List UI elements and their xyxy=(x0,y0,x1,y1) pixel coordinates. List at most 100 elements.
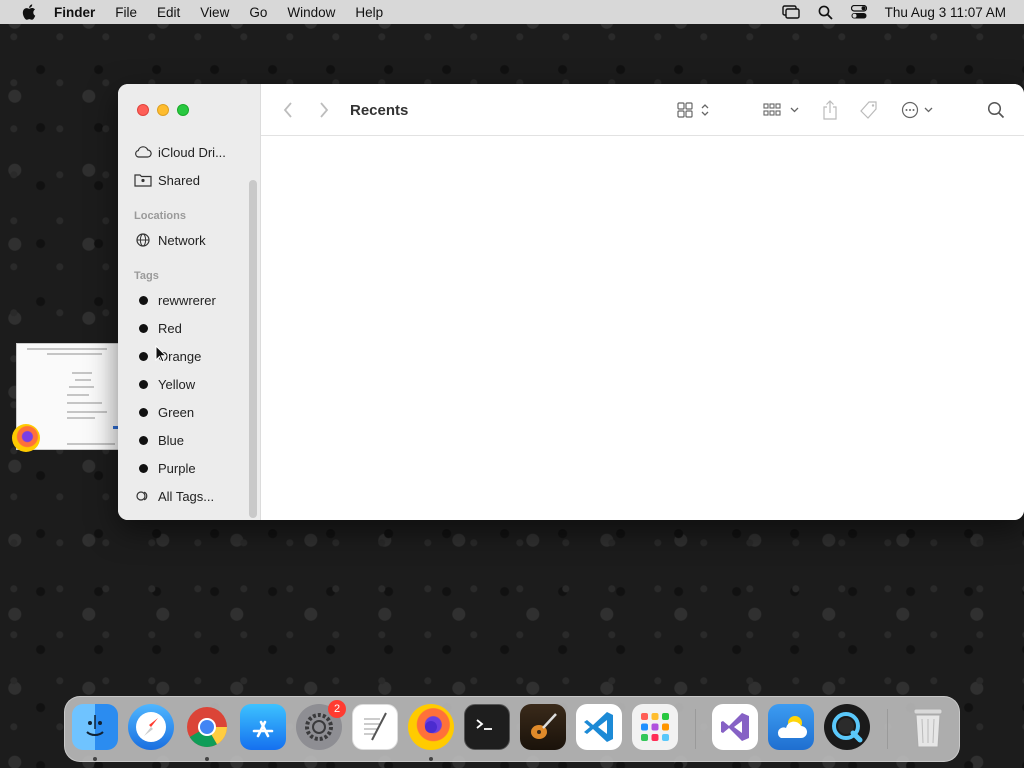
tag-button[interactable] xyxy=(859,100,879,120)
forward-button[interactable] xyxy=(319,100,329,120)
sidebar-item-label: All Tags... xyxy=(158,488,215,504)
sidebar-item-icloud-drive[interactable]: iCloud Dri... xyxy=(134,142,226,162)
sidebar-tag-green[interactable]: Green xyxy=(134,402,194,422)
firefox-icon[interactable] xyxy=(12,424,40,452)
shared-folder-icon xyxy=(134,172,152,188)
spotlight-search-icon[interactable] xyxy=(818,5,833,20)
dock-finder[interactable] xyxy=(72,704,118,750)
firefox-icon xyxy=(425,721,437,733)
group-button[interactable] xyxy=(763,100,801,120)
sidebar-item-label: Purple xyxy=(158,460,196,476)
dock-textedit[interactable] xyxy=(352,704,398,750)
dock-app-store[interactable] xyxy=(240,704,286,750)
dock-system-settings[interactable]: 2 xyxy=(296,700,346,750)
tag-dot-icon xyxy=(138,351,148,361)
share-icon xyxy=(823,100,837,120)
dock-vscode[interactable] xyxy=(576,704,622,750)
all-tags-icon xyxy=(134,488,152,504)
sidebar-item-label: Yellow xyxy=(158,376,196,392)
file-browser-content[interactable] xyxy=(261,136,1024,520)
finder-window: iCloud Dri... Shared Locations Network T… xyxy=(118,84,1024,520)
dock-separator xyxy=(695,709,696,749)
menu-help[interactable]: Help xyxy=(355,5,383,20)
mouse-cursor-icon xyxy=(155,345,167,363)
menu-finder[interactable]: Finder xyxy=(54,5,95,20)
search-button[interactable] xyxy=(987,100,1005,120)
menu-bar: Finder File Edit View Go Window Help Thu… xyxy=(0,0,1024,24)
trash-icon xyxy=(913,708,943,748)
sidebar-tag-purple[interactable]: Purple xyxy=(134,458,196,478)
tag-dot-icon xyxy=(138,379,148,389)
cloud-icon xyxy=(134,144,152,160)
launchpad-grid-icon xyxy=(641,713,669,741)
close-button[interactable] xyxy=(137,104,149,116)
sidebar-scrollbar[interactable] xyxy=(249,180,257,518)
dock-launchpad[interactable] xyxy=(632,704,678,750)
tag-dot-icon xyxy=(138,407,148,417)
chevron-left-icon xyxy=(283,102,292,118)
tag-dot-icon xyxy=(138,295,148,305)
menu-window[interactable]: Window xyxy=(287,5,335,20)
share-button[interactable] xyxy=(822,100,838,120)
sidebar-tag-blue[interactable]: Blue xyxy=(134,430,184,450)
apple-icon[interactable] xyxy=(18,4,40,20)
back-button[interactable] xyxy=(283,100,293,120)
sidebar-item-label: Shared xyxy=(158,172,200,188)
sidebar-item-label: Blue xyxy=(158,432,185,448)
chevron-right-icon xyxy=(320,102,329,118)
menu-bar-clock[interactable]: Thu Aug 3 11:07 AM xyxy=(885,5,1006,20)
window-controls xyxy=(137,104,189,116)
sidebar-item-shared[interactable]: Shared xyxy=(134,170,200,190)
toolbar: Recents xyxy=(261,84,1024,136)
sidebar-item-network[interactable]: Network xyxy=(134,230,206,250)
finder-icon xyxy=(86,715,104,736)
sidebar-item-label: Green xyxy=(158,404,195,420)
quicktime-icon xyxy=(832,712,863,743)
sidebar-item-label: iCloud Dri... xyxy=(158,144,226,160)
sidebar-tag-yellow[interactable]: Yellow xyxy=(134,374,195,394)
guitar-icon xyxy=(531,713,557,739)
visual-studio-icon xyxy=(721,713,749,741)
view-mode-button[interactable] xyxy=(677,100,713,120)
tag-icon xyxy=(860,101,877,119)
screen-mirroring-icon[interactable] xyxy=(781,5,800,19)
sidebar-item-label: rewwrerer xyxy=(158,292,216,308)
dock-trash[interactable] xyxy=(905,704,951,750)
dock-safari[interactable] xyxy=(128,704,174,750)
tag-dot-icon xyxy=(138,323,148,333)
dock-separator xyxy=(887,709,888,749)
sidebar-item-all-tags[interactable]: All Tags... xyxy=(134,486,214,506)
tag-dot-icon xyxy=(138,463,148,473)
menu-view[interactable]: View xyxy=(200,5,229,20)
running-indicator xyxy=(93,757,97,761)
sidebar-item-label: Red xyxy=(158,320,182,336)
sidebar-section-locations: Locations xyxy=(134,210,186,222)
chrome-icon xyxy=(187,707,227,747)
dock-weather[interactable] xyxy=(768,704,814,750)
dock-chrome[interactable] xyxy=(184,704,230,750)
dock-garageband[interactable] xyxy=(520,704,566,750)
sidebar-tag-orange[interactable]: Orange xyxy=(134,346,201,366)
safari-compass-icon xyxy=(136,712,166,742)
terminal-icon xyxy=(476,719,492,730)
textedit-icon xyxy=(364,712,387,741)
weather-cloud-icon xyxy=(777,716,807,738)
menu-file[interactable]: File xyxy=(115,5,137,20)
control-center-icon[interactable] xyxy=(850,5,867,19)
ellipsis-circle-icon xyxy=(901,101,933,119)
sidebar: iCloud Dri... Shared Locations Network T… xyxy=(118,84,261,520)
dock-firefox[interactable] xyxy=(408,704,454,750)
sidebar-tag-rewwrerer[interactable]: rewwrerer xyxy=(134,290,216,310)
group-icon xyxy=(763,103,799,116)
sidebar-tag-red[interactable]: Red xyxy=(134,318,182,338)
minimize-button[interactable] xyxy=(157,104,169,116)
menu-go[interactable]: Go xyxy=(249,5,267,20)
dock-quicktime[interactable] xyxy=(824,704,870,750)
dock-visual-studio[interactable] xyxy=(712,704,758,750)
more-actions-button[interactable] xyxy=(901,100,937,120)
zoom-button[interactable] xyxy=(177,104,189,116)
dock-terminal[interactable] xyxy=(464,704,510,750)
search-icon xyxy=(987,101,1005,119)
menu-edit[interactable]: Edit xyxy=(157,5,180,20)
tag-dot-icon xyxy=(138,435,148,445)
